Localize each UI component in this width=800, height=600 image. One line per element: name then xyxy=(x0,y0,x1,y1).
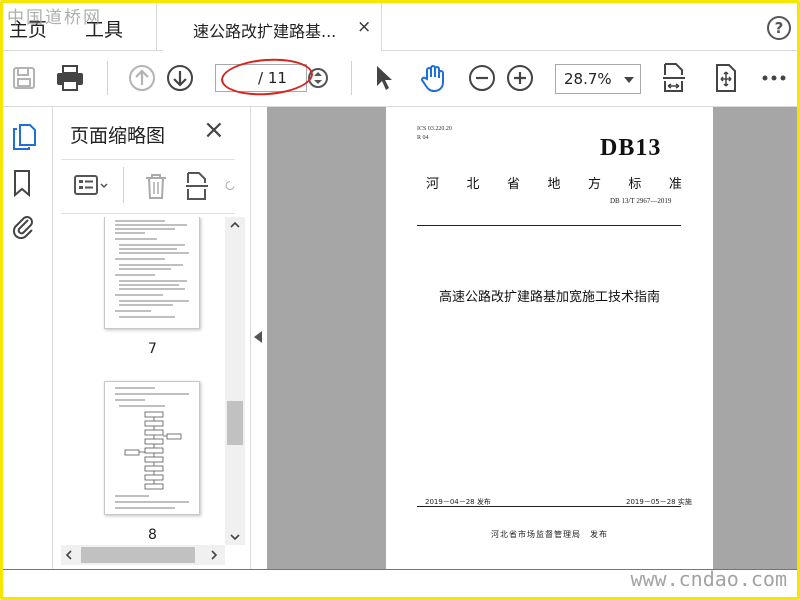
thumbnail-options-icon[interactable] xyxy=(73,169,109,203)
standard-code: DB 13/T 2967—2019 xyxy=(610,197,672,205)
hand-icon[interactable] xyxy=(419,63,449,93)
zoom-select[interactable]: 28.7% xyxy=(555,64,641,94)
horizontal-scroll-thumb[interactable] xyxy=(81,547,195,563)
print-icon[interactable] xyxy=(55,63,85,93)
rotate-icon[interactable] xyxy=(225,169,235,203)
more-icon[interactable] xyxy=(759,63,789,93)
zoom-out-icon[interactable] xyxy=(467,63,497,93)
scroll-left-icon[interactable] xyxy=(64,549,74,563)
toolbar-divider xyxy=(107,61,108,95)
page-thumbnails-icon[interactable] xyxy=(11,123,37,151)
bottom-watermark: www.cndao.com xyxy=(630,567,787,591)
standard-type-char: 省 xyxy=(506,177,520,192)
panel-collapse-strip[interactable] xyxy=(251,107,267,569)
header-rule xyxy=(417,225,681,226)
zoom-in-icon[interactable] xyxy=(505,63,535,93)
top-watermark: 中国道桥网 xyxy=(7,8,102,28)
tab-divider xyxy=(156,3,157,51)
ics-code: ICS 03.220.20 xyxy=(417,126,452,132)
save-icon[interactable] xyxy=(9,63,39,93)
document-page: ICS 03.220.20 R 04 DB13 河 北 省 地 方 标 准 DB… xyxy=(386,107,713,569)
thumbnails-horizontal-scrollbar[interactable] xyxy=(61,545,225,565)
page-down-icon[interactable] xyxy=(165,63,195,93)
issuer: 河北省市场监督管理局 发布 xyxy=(491,530,608,539)
delete-icon[interactable] xyxy=(143,169,169,203)
scroll-mode-icon[interactable] xyxy=(711,63,741,93)
footer-rule xyxy=(417,506,681,507)
panel-title: 页面缩略图 xyxy=(70,125,166,147)
app-window: 中国道桥网 主页 工具 速公路改扩建路基... × ? / 11 28.7% 页… xyxy=(0,0,800,600)
thumbnail-page-number: 7 xyxy=(148,341,157,357)
tab-document[interactable]: 速公路改扩建路基... × xyxy=(163,3,381,51)
document-title: 高速公路改扩建路基加宽施工技术指南 xyxy=(438,290,660,305)
standard-type-char: 河 xyxy=(426,177,440,192)
standard-prefix: DB13 xyxy=(600,135,662,161)
thumbnail-page-8[interactable] xyxy=(104,381,200,515)
bookmark-icon[interactable] xyxy=(11,169,37,198)
chevron-down-icon xyxy=(624,77,634,83)
select-icon[interactable] xyxy=(369,63,399,93)
scroll-down-icon[interactable] xyxy=(230,531,240,545)
insert-page-icon[interactable] xyxy=(183,169,211,203)
document-viewport[interactable]: ICS 03.220.20 R 04 DB13 河 北 省 地 方 标 准 DB… xyxy=(267,107,797,569)
thumbnails-panel: 页面缩略图 × 7 8 xyxy=(53,107,251,569)
ics-classification: ICS 03.220.20 R 04 xyxy=(417,125,452,143)
tab-bar: 主页 工具 速公路改扩建路基... × ? xyxy=(3,3,797,51)
zoom-value: 28.7% xyxy=(564,70,612,88)
page-up-icon[interactable] xyxy=(127,63,157,93)
standard-type-char: 准 xyxy=(668,177,682,192)
document-tab-title: 速公路改扩建路基... xyxy=(193,22,337,41)
standard-type-char: 标 xyxy=(628,177,642,192)
toolbar-divider xyxy=(123,167,124,203)
collapse-arrow-icon[interactable] xyxy=(254,331,262,343)
divider xyxy=(61,213,235,214)
standard-type-char: 地 xyxy=(547,177,561,192)
close-tab-icon[interactable]: × xyxy=(357,17,371,37)
close-panel-icon[interactable]: × xyxy=(203,117,225,143)
toolbar: / 11 28.7% xyxy=(3,51,797,107)
standard-type: 河 北 省 地 方 标 准 xyxy=(426,173,682,192)
fit-page-icon[interactable] xyxy=(659,63,689,93)
help-icon[interactable]: ? xyxy=(767,16,791,40)
toolbar-divider xyxy=(351,61,352,95)
thumbnail-page-7[interactable] xyxy=(104,217,200,329)
category-code: R 04 xyxy=(417,135,429,141)
standard-type-char: 方 xyxy=(587,177,601,192)
scroll-up-icon[interactable] xyxy=(230,219,240,233)
thumbnails-list: 7 8 xyxy=(53,217,231,543)
thumbnails-vertical-scrollbar[interactable] xyxy=(225,217,245,545)
attachment-icon[interactable] xyxy=(11,211,37,240)
standard-type-char: 北 xyxy=(466,177,480,192)
scroll-right-icon[interactable] xyxy=(209,549,219,563)
vertical-scroll-thumb[interactable] xyxy=(227,401,243,445)
tab-divider xyxy=(381,3,382,51)
left-rail xyxy=(3,107,53,569)
thumbnail-page-number: 8 xyxy=(148,527,157,543)
divider xyxy=(61,159,235,160)
